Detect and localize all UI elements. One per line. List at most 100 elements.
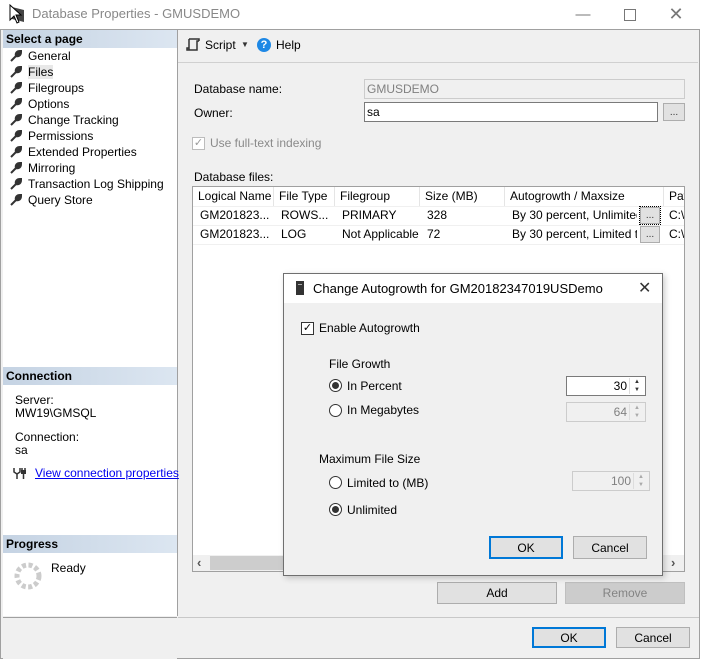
column-header-path[interactable]: Path (664, 187, 684, 206)
enable-autogrowth-label: Enable Autogrowth (319, 321, 420, 335)
autogrowth-edit-button[interactable]: ... (640, 226, 660, 243)
spin-down-icon[interactable]: ▼ (630, 412, 644, 420)
remove-button[interactable]: Remove (565, 582, 685, 604)
spin-down-icon[interactable]: ▼ (630, 386, 644, 394)
cancel-button[interactable]: Cancel (616, 627, 690, 648)
close-icon: ✕ (668, 4, 684, 24)
wrench-icon (10, 130, 22, 142)
maximize-button[interactable] (607, 0, 653, 29)
ok-button[interactable]: OK (532, 627, 606, 648)
cell-file-type[interactable]: LOG (276, 225, 335, 244)
in-percent-radio[interactable] (329, 379, 342, 392)
owner-field[interactable]: sa (364, 102, 658, 122)
close-button[interactable]: ✕ (653, 0, 699, 29)
app-icon (9, 4, 24, 24)
spin-down-icon[interactable]: ▼ (634, 481, 648, 489)
cell-autogrowth[interactable]: By 30 percent, Unlimited (507, 206, 637, 225)
script-icon (186, 38, 200, 51)
help-button[interactable]: ? Help (257, 38, 301, 52)
cell-logical-name[interactable]: GM201823... (195, 225, 274, 244)
nav-item-files[interactable]: Files (10, 64, 54, 80)
in-percent-value: 30 (613, 379, 627, 393)
server-value: MW19\GMSQL (15, 406, 97, 420)
view-connection-properties-link[interactable]: View connection properties (35, 466, 179, 480)
in-megabytes-label: In Megabytes (347, 403, 420, 417)
cell-size[interactable]: 72 (422, 225, 505, 244)
cell-filegroup[interactable]: PRIMARY (337, 206, 420, 225)
cell-autogrowth[interactable]: By 30 percent, Limited t... (507, 225, 637, 244)
unlimited-radio[interactable] (329, 503, 342, 516)
cell-path[interactable]: C:\ (664, 225, 684, 244)
scroll-left-icon[interactable]: ‹ (197, 555, 201, 570)
dialog-cancel-button[interactable]: Cancel (573, 536, 647, 559)
minimize-icon: — (575, 6, 591, 23)
server-label: Server: (15, 393, 54, 407)
nav-item-permissions[interactable]: Permissions (10, 128, 93, 144)
column-header-filegroup[interactable]: Filegroup (335, 187, 420, 206)
in-percent-label: In Percent (347, 379, 402, 393)
limited-to-label: Limited to (MB) (347, 476, 429, 490)
fulltext-label: Use full-text indexing (210, 136, 322, 150)
minimize-button[interactable]: — (560, 0, 606, 29)
limited-to-spinner[interactable]: 100 ▲ ▼ (572, 471, 650, 491)
nav-item-label: General (28, 49, 71, 63)
in-megabytes-spinner[interactable]: 64 ▲ ▼ (566, 402, 646, 422)
nav-item-label: Permissions (28, 129, 94, 143)
nav-item-transaction-log-shipping[interactable]: Transaction Log Shipping (10, 176, 164, 192)
column-header-size[interactable]: Size (MB) (420, 187, 505, 206)
window-title: Database Properties - GMUSDEMO (32, 6, 241, 21)
cell-path[interactable]: C:\ (664, 206, 684, 225)
progress-status: Ready (51, 561, 86, 575)
left-footer (3, 617, 177, 659)
cell-filegroup[interactable]: Not Applicable (337, 225, 420, 244)
select-page-header: Select a page (3, 30, 177, 48)
server-icon (296, 281, 304, 295)
owner-browse-button[interactable]: ... (663, 103, 685, 121)
enable-autogrowth-checkbox[interactable]: ✓ (301, 322, 314, 335)
fulltext-checkbox[interactable]: ✓ (192, 137, 205, 150)
spin-up-icon[interactable]: ▲ (630, 404, 644, 412)
cell-file-type[interactable]: ROWS... (276, 206, 335, 225)
nav-item-extended-properties[interactable]: Extended Properties (10, 144, 137, 160)
title-bar: Database Properties - GMUSDEMO — ✕ (0, 0, 702, 29)
column-header-logical-name[interactable]: Logical Name (193, 187, 274, 206)
column-header-autogrowth[interactable]: Autogrowth / Maxsize (505, 187, 664, 206)
database-name-field: GMUSDEMO (364, 79, 685, 99)
spin-up-icon[interactable]: ▲ (634, 473, 648, 481)
dialog-close-icon[interactable]: ✕ (638, 278, 651, 298)
owner-label: Owner: (194, 106, 233, 120)
nav-item-label: Mirroring (28, 161, 76, 175)
database-files-label: Database files: (194, 170, 274, 184)
database-name-label: Database name: (194, 82, 283, 96)
cell-logical-name[interactable]: GM201823... (195, 206, 274, 225)
nav-item-general[interactable]: General (10, 48, 71, 64)
wrench-icon (10, 162, 22, 174)
limited-to-radio[interactable] (329, 476, 342, 489)
wrench-icon (10, 50, 22, 62)
help-icon: ? (257, 38, 271, 52)
connection-label: Connection: (15, 430, 80, 444)
unlimited-label: Unlimited (347, 503, 398, 517)
script-button[interactable]: Script (186, 38, 236, 52)
progress-header: Progress (3, 535, 177, 553)
dialog-ok-button[interactable]: OK (489, 536, 563, 559)
nav-item-change-tracking[interactable]: Change Tracking (10, 112, 119, 128)
nav-item-label: Transaction Log Shipping (28, 177, 164, 191)
help-label: Help (276, 38, 301, 52)
cell-size[interactable]: 328 (422, 206, 505, 225)
nav-item-options[interactable]: Options (10, 96, 69, 112)
add-button[interactable]: Add (437, 582, 557, 604)
nav-item-filegroups[interactable]: Filegroups (10, 80, 84, 96)
nav-item-label: Filegroups (28, 81, 85, 95)
max-file-size-label: Maximum File Size (319, 452, 421, 466)
column-header-file-type[interactable]: File Type (274, 187, 335, 206)
in-megabytes-radio[interactable] (329, 404, 342, 417)
autogrowth-edit-button[interactable]: ... (639, 206, 661, 225)
spin-up-icon[interactable]: ▲ (630, 378, 644, 386)
in-percent-spinner[interactable]: 30 ▲ ▼ (566, 376, 646, 396)
wrench-icon (10, 98, 22, 110)
scroll-right-icon[interactable]: › (671, 555, 675, 570)
nav-item-mirroring[interactable]: Mirroring (10, 160, 75, 176)
script-dropdown-arrow-icon[interactable]: ▼ (241, 40, 249, 49)
nav-item-query-store[interactable]: Query Store (10, 192, 93, 208)
